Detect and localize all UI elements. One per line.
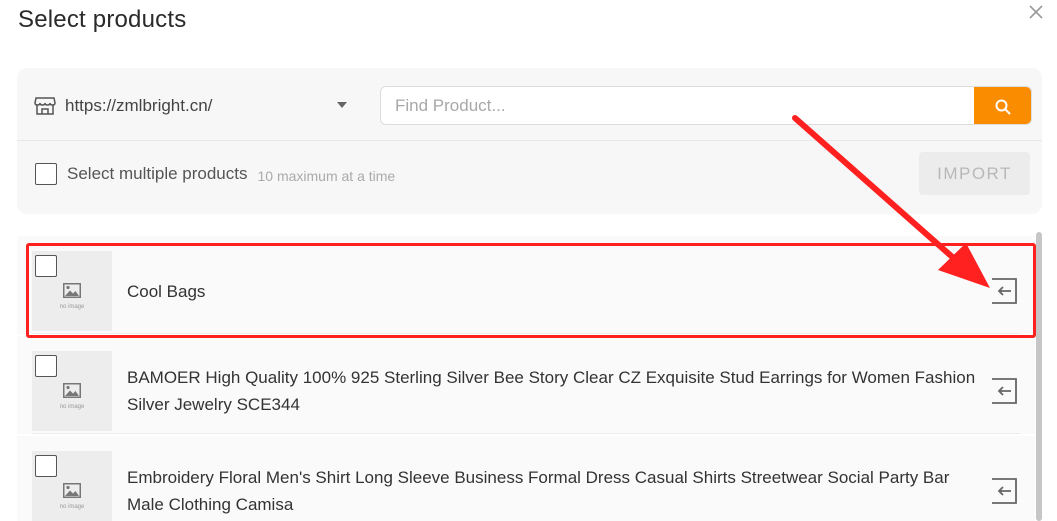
product-checkbox[interactable]	[35, 255, 57, 277]
product-row[interactable]: no image BAMOER High Quality 100% 925 St…	[17, 336, 1035, 434]
toolbar-divider	[17, 140, 1042, 141]
image-icon	[63, 382, 81, 398]
product-row[interactable]: no image Embroidery Floral Men's Shirt L…	[17, 436, 1035, 521]
toolbar: https://zmlbright.cn/ Select multiple pr…	[17, 68, 1042, 214]
search-box	[380, 86, 1032, 125]
multi-select-label: Select multiple products	[67, 164, 248, 183]
chevron-down-icon	[337, 102, 347, 108]
multi-select-hint: 10 maximum at a time	[257, 167, 396, 184]
search-input[interactable]	[381, 87, 973, 124]
search-icon	[995, 99, 1011, 114]
dialog-title: Select products	[18, 6, 187, 33]
product-list: no image Cool Bags no image BAMOER High …	[17, 236, 1035, 521]
product-name: Embroidery Floral Men's Shirt Long Sleev…	[127, 468, 950, 514]
import-icon[interactable]	[990, 277, 1018, 305]
import-icon[interactable]	[990, 477, 1018, 505]
image-icon	[63, 482, 81, 498]
no-image-label: no image	[59, 503, 85, 510]
multi-select-checkbox[interactable]	[35, 163, 57, 185]
close-button[interactable]	[1024, 0, 1048, 24]
product-checkbox[interactable]	[35, 355, 57, 377]
product-row[interactable]: no image Cool Bags	[17, 236, 1035, 334]
store-icon	[33, 94, 57, 118]
image-icon	[63, 282, 81, 298]
store-select[interactable]: https://zmlbright.cn/	[33, 90, 353, 122]
import-button[interactable]: IMPORT	[919, 152, 1030, 195]
product-name: BAMOER High Quality 100% 925 Sterling Si…	[127, 368, 976, 414]
multi-select-toggle[interactable]: Select multiple products 10 maximum at a…	[35, 163, 395, 185]
import-icon[interactable]	[990, 377, 1018, 405]
product-name: Cool Bags	[127, 282, 206, 301]
no-image-label: no image	[59, 303, 85, 310]
row-divider	[32, 433, 1020, 434]
product-checkbox[interactable]	[35, 455, 57, 477]
close-icon	[1029, 5, 1043, 19]
list-scrollbar[interactable]	[1036, 232, 1042, 521]
search-button[interactable]	[974, 87, 1031, 124]
store-url: https://zmlbright.cn/	[65, 96, 213, 115]
row-divider	[32, 333, 1020, 334]
no-image-label: no image	[59, 403, 85, 410]
